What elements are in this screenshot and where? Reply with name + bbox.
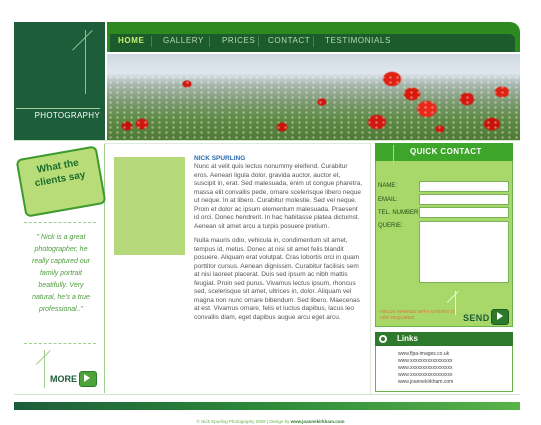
logo-four-mark [85, 30, 86, 94]
footer: © Nick Spurling Photography 2009 | Desig… [196, 419, 345, 424]
footer-divider [14, 394, 520, 395]
arrow-right-icon [497, 312, 503, 320]
nav-separator [151, 36, 152, 47]
nav-item-gallery[interactable]: GALLERY [163, 36, 204, 45]
nav-item-prices[interactable]: PRICES [222, 36, 255, 45]
name-field[interactable] [419, 181, 509, 192]
link-item[interactable]: www.xxxxxxxxxxxxxxxxx [398, 365, 452, 371]
tel-field[interactable] [419, 207, 509, 218]
quick-contact-title: QUICK CONTACT [410, 147, 482, 156]
four-mark [393, 145, 394, 167]
link-item[interactable]: www.xxxxxxxxxxxxxxxxx [398, 358, 452, 364]
logo-divider [16, 108, 100, 109]
nav-item-home[interactable]: HOME [118, 36, 144, 45]
email-field[interactable] [419, 194, 509, 205]
link-item[interactable]: www.joannekirkham.com [398, 379, 453, 385]
logo-subtitle: PHOTOGRAPHY [34, 111, 100, 120]
query-label: QUERIE: [378, 223, 403, 229]
testimonial-quote: " Nick is a great photographer, he reall… [32, 234, 90, 313]
footer-design-prefix: Design by [269, 419, 290, 424]
footer-design-link[interactable]: www.joannekirkham.com [291, 419, 345, 424]
nav-separator [313, 36, 314, 47]
nav-item-contact[interactable]: CONTACT [268, 36, 310, 45]
tel-label: TEL. NUMBER: [378, 210, 421, 216]
link-item[interactable]: www.flpa-images.co.uk [398, 351, 449, 357]
content-paragraph-1: Nunc at velit quis lectus nonummy eleife… [194, 163, 363, 230]
banner-flower-texture [107, 75, 520, 140]
arrow-right-icon [84, 374, 90, 382]
more-label[interactable]: MORE [50, 374, 77, 384]
links-title: Links [397, 334, 418, 343]
footer-bar [14, 402, 520, 410]
name-label: NAME: [378, 183, 398, 189]
query-textarea[interactable] [419, 221, 509, 283]
footer-copyright: © Nick Spurling Photography 2009 [196, 419, 266, 424]
bullet-icon-inner [381, 337, 385, 341]
links-header [375, 332, 513, 346]
image-placeholder [114, 157, 185, 255]
link-item[interactable]: www.xxxxxxxxxxxxxxxxx [398, 372, 452, 378]
header-divider [14, 140, 520, 141]
required-note: FIELDS MARKED WITH ASTERIX (*) ARE REQUI… [380, 309, 456, 320]
nav-separator [209, 36, 210, 47]
email-label: EMAIL: [378, 197, 398, 203]
content-title: NICK SPURLING [194, 155, 246, 162]
nav-item-testimonials[interactable]: TESTIMONIALS [325, 36, 391, 45]
content-paragraph-2: Nulla mauris odio, vehicula in, condimen… [194, 237, 360, 321]
nav-separator [258, 36, 259, 47]
send-label[interactable]: SEND [463, 313, 490, 323]
logo-panel[interactable] [14, 22, 105, 140]
